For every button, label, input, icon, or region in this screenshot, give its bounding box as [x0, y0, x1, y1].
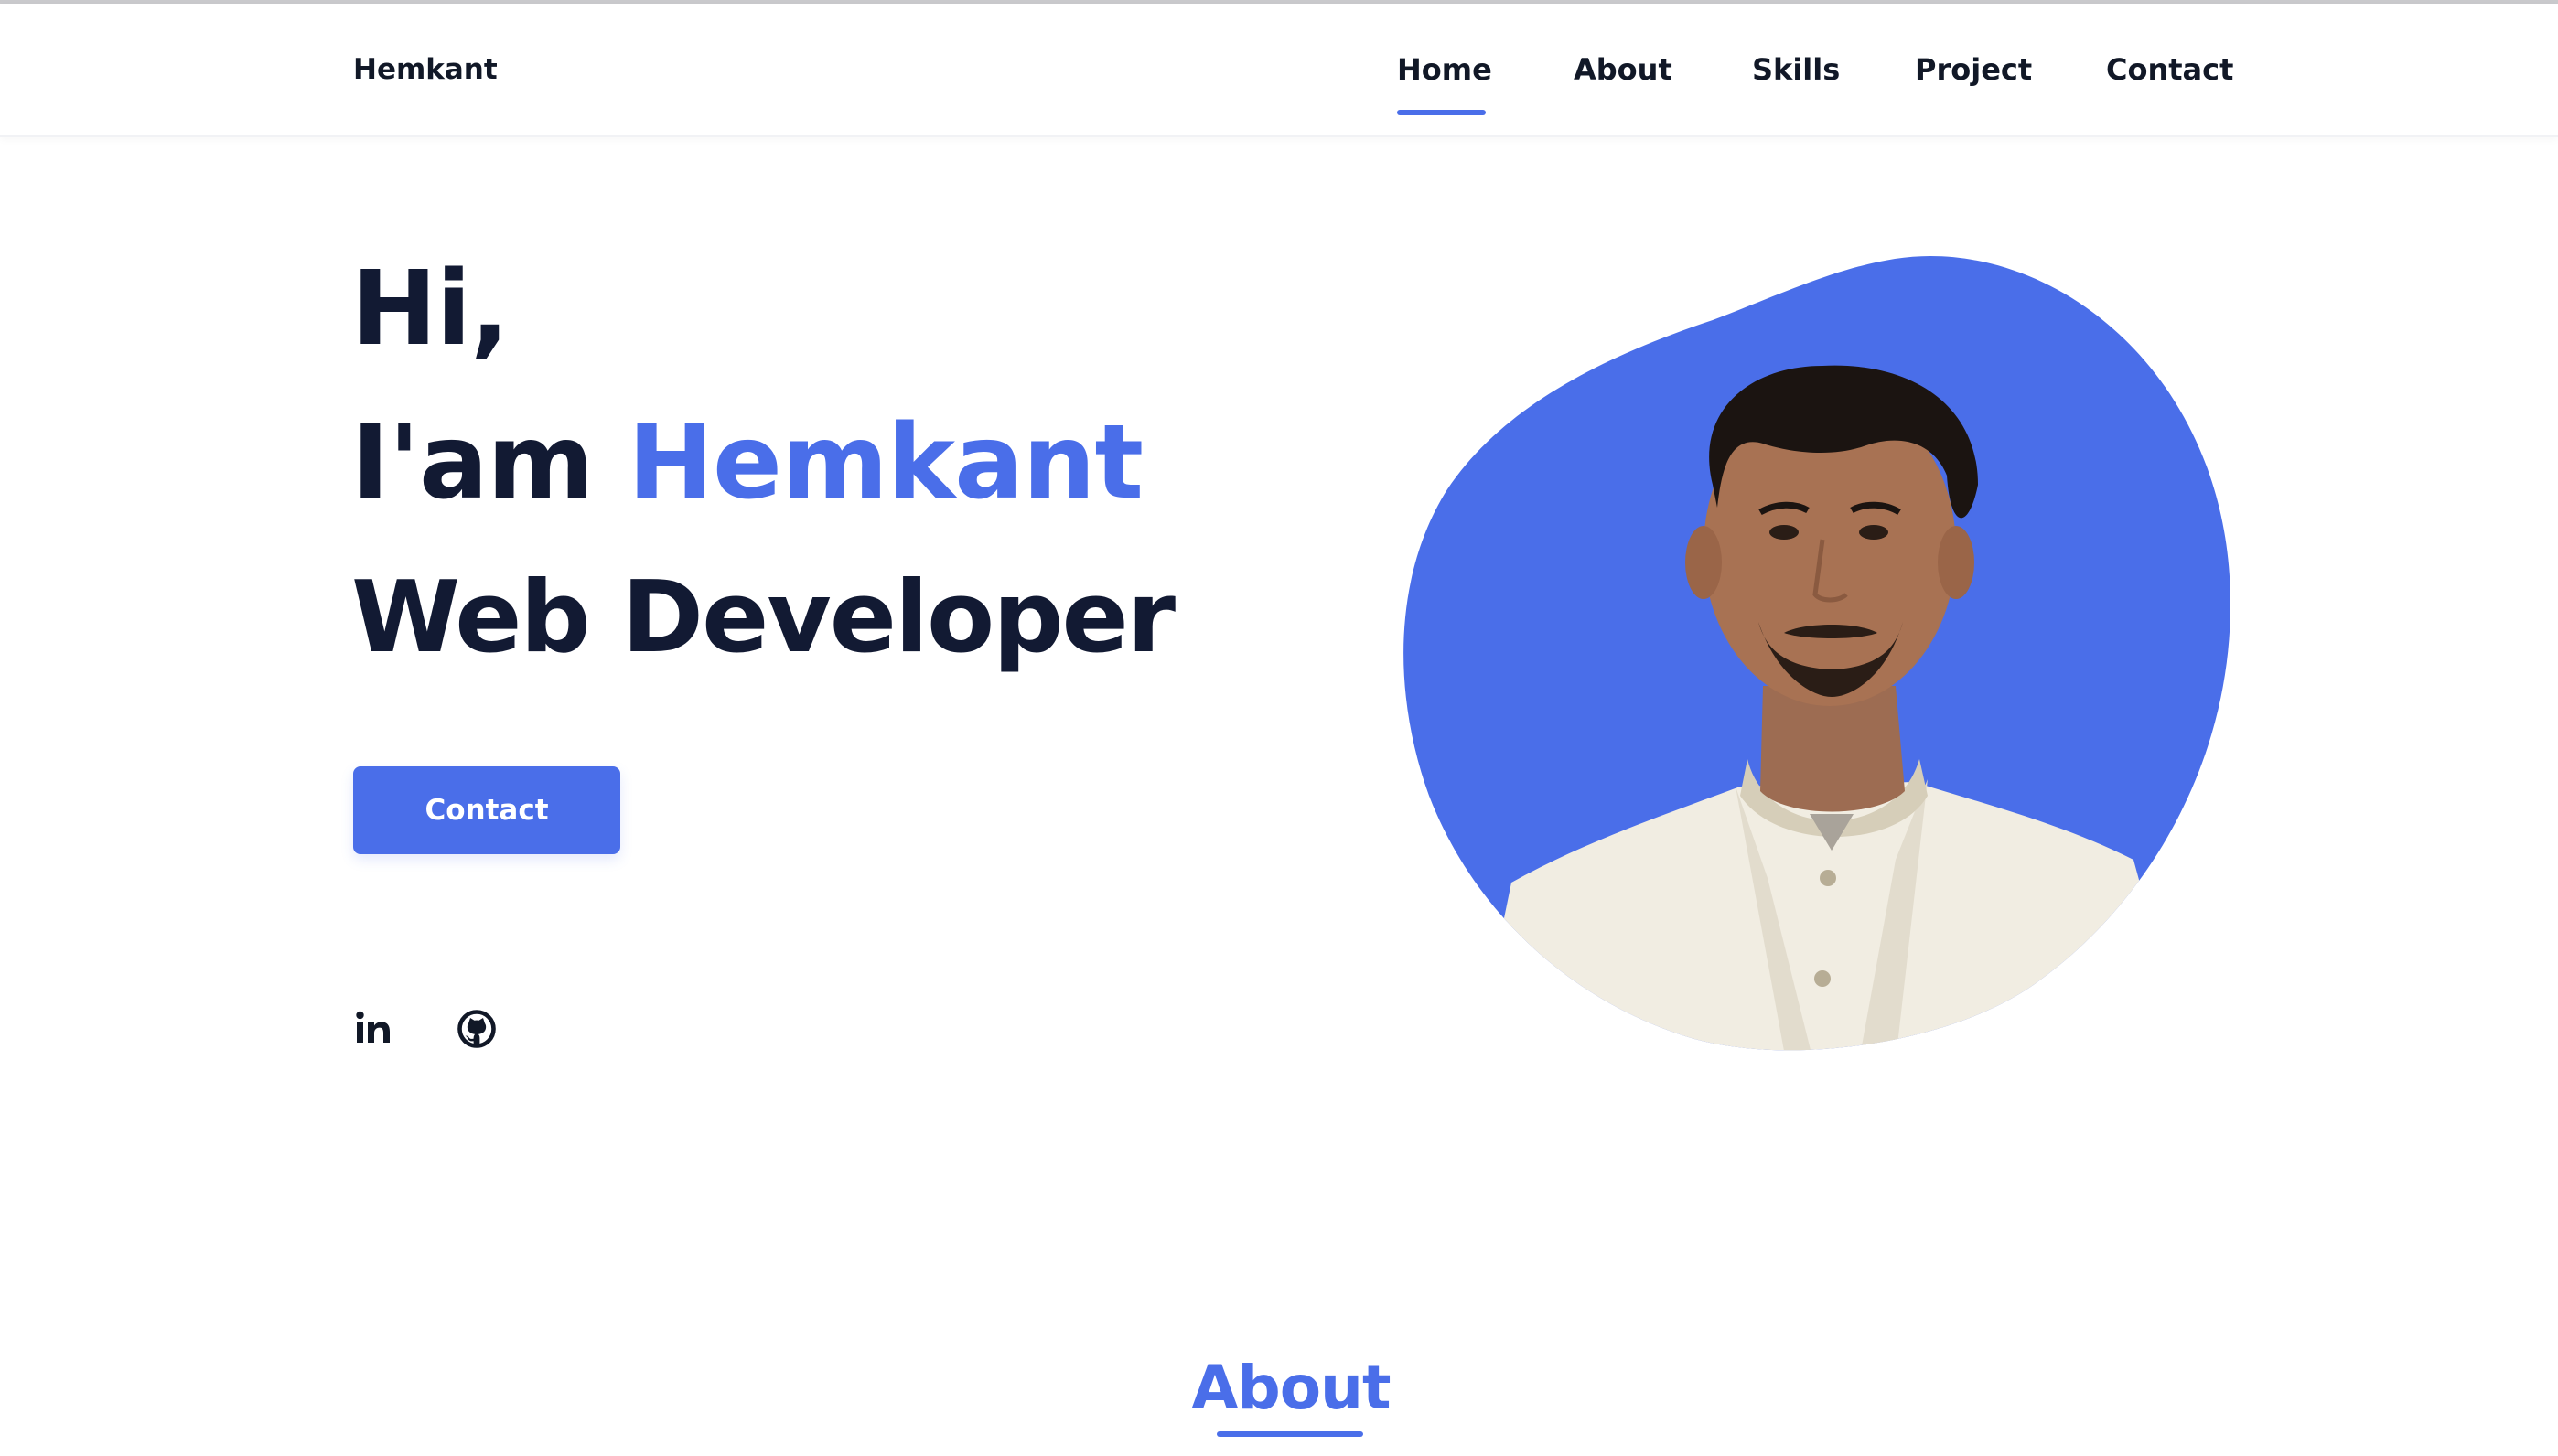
navbar: Hemkant Home About Skills Project Contac…: [0, 4, 2558, 137]
hero-intro: I'am: [351, 403, 594, 522]
profile-photo: [1402, 256, 2230, 1061]
hero-name: Hemkant: [628, 403, 1144, 522]
nav-active-indicator: [1397, 110, 1486, 115]
nav-contact[interactable]: Contact: [2106, 49, 2233, 90]
brand-logo[interactable]: Hemkant: [353, 49, 498, 90]
about-heading-underline: [1217, 1431, 1363, 1437]
nav-skills[interactable]: Skills: [1752, 49, 1840, 90]
nav-home[interactable]: Home: [1397, 49, 1492, 90]
linkedin-icon[interactable]: [352, 1006, 398, 1052]
nav-project[interactable]: Project: [1915, 49, 2032, 90]
contact-button[interactable]: Contact: [353, 766, 620, 854]
hero-intro-line: I'am Hemkant: [351, 399, 1144, 527]
hero-role: Web Developer: [351, 561, 1176, 675]
github-icon[interactable]: [454, 1006, 500, 1052]
hero-greeting: Hi,: [351, 250, 510, 369]
about-heading: About: [1191, 1353, 1391, 1423]
nav-about[interactable]: About: [1574, 49, 1672, 90]
